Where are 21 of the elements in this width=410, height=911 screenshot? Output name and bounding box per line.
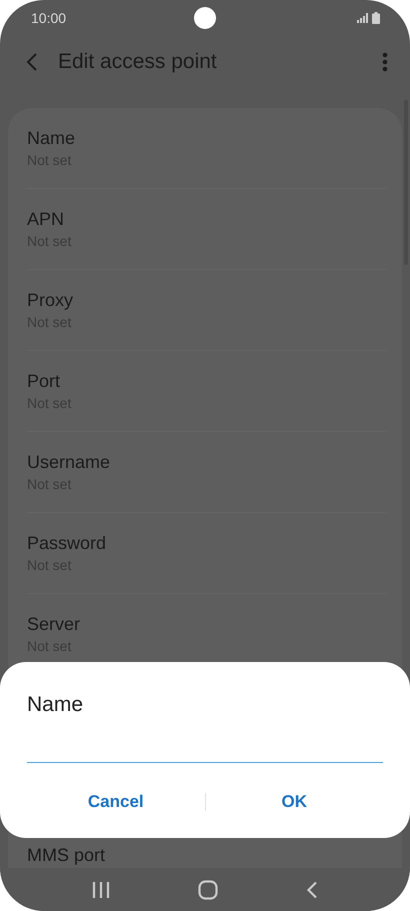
camera-hole bbox=[194, 7, 216, 29]
status-time: 10:00 bbox=[31, 8, 66, 28]
battery-icon bbox=[372, 12, 380, 24]
recent-apps-icon[interactable] bbox=[92, 880, 110, 898]
home-icon[interactable] bbox=[198, 880, 218, 900]
setting-label[interactable]: Proxy bbox=[27, 288, 386, 312]
setting-label[interactable]: Password bbox=[27, 531, 386, 555]
setting-label[interactable]: Name bbox=[27, 126, 386, 150]
back-nav-icon[interactable] bbox=[306, 880, 318, 898]
back-icon[interactable] bbox=[26, 52, 38, 72]
cancel-button[interactable]: Cancel bbox=[27, 779, 204, 824]
setting-label[interactable]: Server bbox=[27, 612, 386, 636]
setting-label[interactable]: Port bbox=[27, 369, 386, 393]
ok-button[interactable]: OK bbox=[206, 779, 383, 824]
dialog-title: Name bbox=[27, 692, 84, 718]
more-options-icon[interactable] bbox=[382, 52, 388, 72]
screen-title: Edit access point bbox=[58, 49, 217, 76]
setting-label[interactable]: Username bbox=[27, 450, 386, 474]
setting-label[interactable]: APN bbox=[27, 207, 386, 231]
signal-icon bbox=[357, 13, 368, 23]
setting-label[interactable]: MMS port bbox=[27, 843, 386, 867]
